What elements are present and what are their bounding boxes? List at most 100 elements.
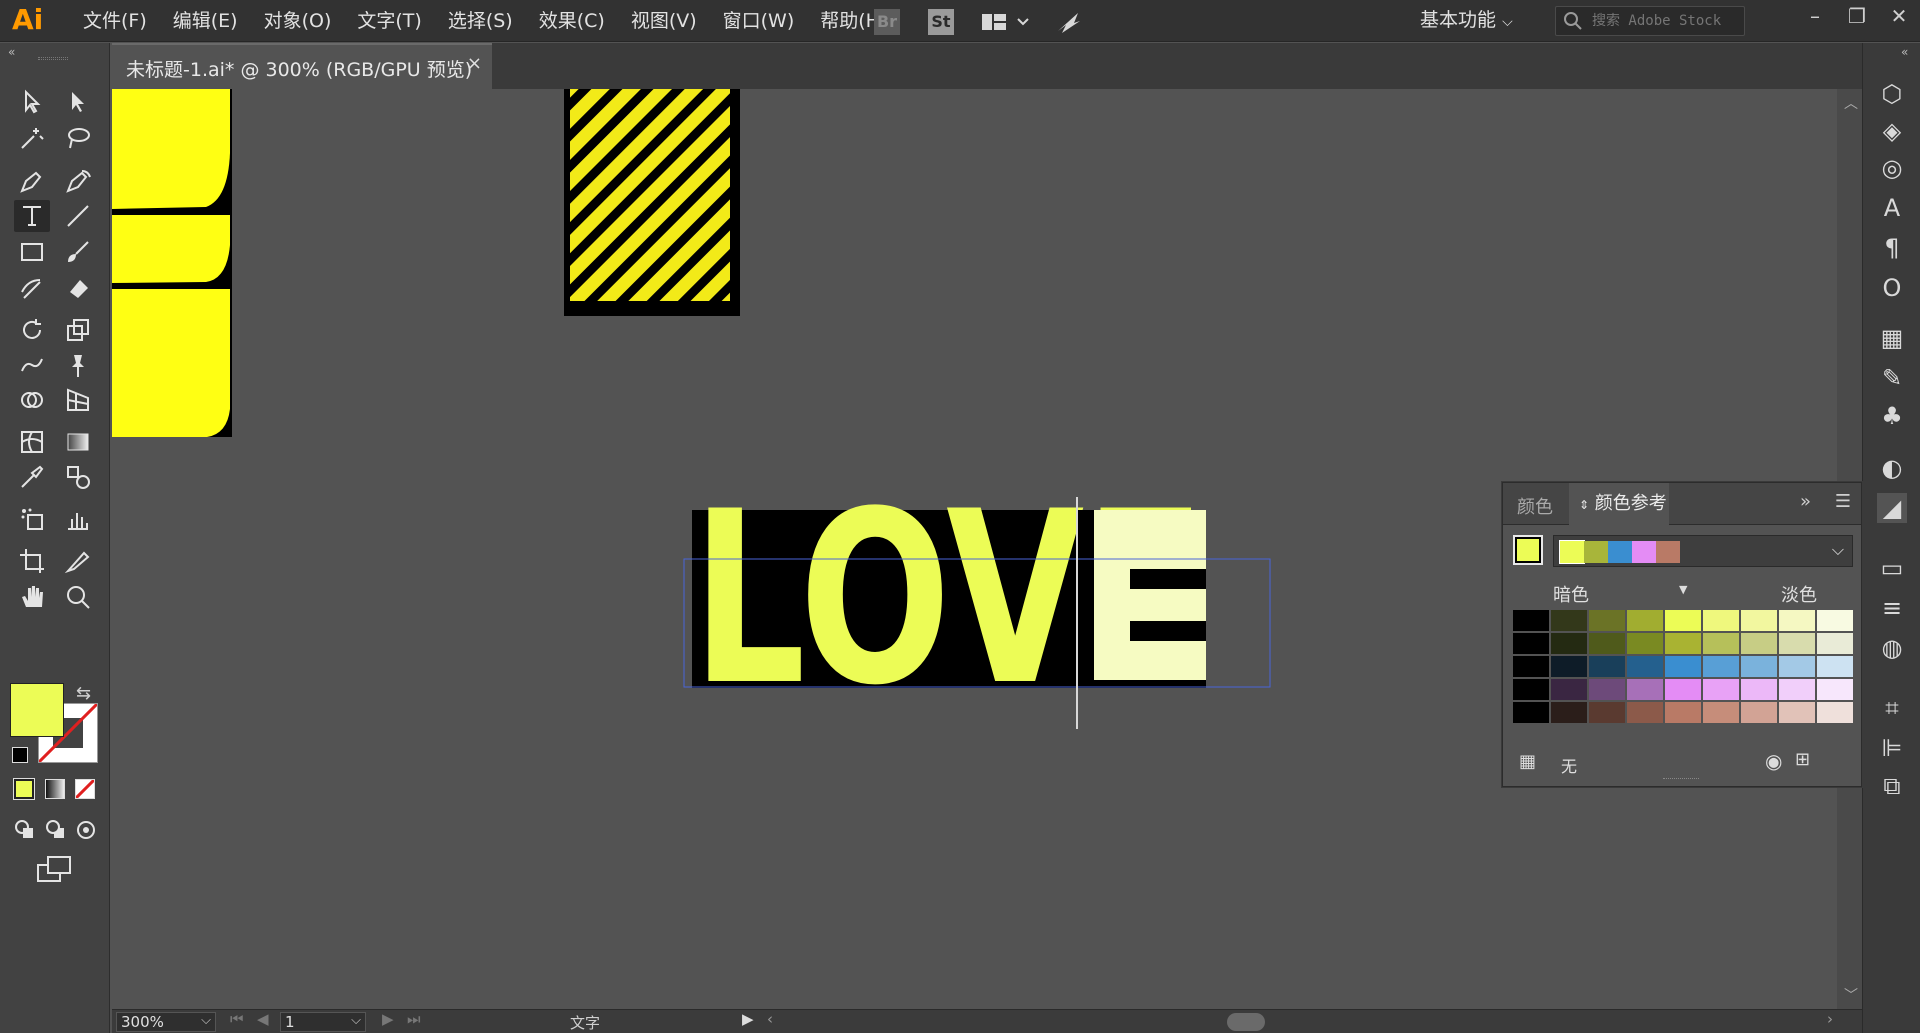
color-variation-swatch[interactable] <box>1741 610 1777 631</box>
color-variation-swatch[interactable] <box>1779 656 1815 677</box>
harmony-swatch[interactable] <box>1608 541 1632 563</box>
puppet-warp-tool[interactable] <box>60 349 96 381</box>
warp-tool[interactable] <box>14 349 50 381</box>
transform-icon[interactable]: ⌗ <box>1877 693 1907 723</box>
brushes-icon[interactable]: ✎ <box>1877 363 1907 393</box>
color-variation-swatch[interactable] <box>1817 679 1853 700</box>
bridge-button[interactable]: Br <box>874 9 900 35</box>
edit-colors-icon[interactable]: ◉ <box>1765 749 1782 773</box>
color-variation-swatch[interactable] <box>1551 633 1587 654</box>
magic-wand-tool[interactable] <box>14 122 50 154</box>
swap-fill-stroke-icon[interactable]: ⇆ <box>76 683 91 704</box>
color-variation-swatch[interactable] <box>1779 633 1815 654</box>
line-tool[interactable] <box>60 200 96 232</box>
gradient-mode-button[interactable] <box>45 779 65 799</box>
last-page-icon[interactable]: ⏭ <box>407 1010 421 1028</box>
curvature-tool[interactable] <box>60 165 96 197</box>
color-variation-swatch[interactable] <box>1665 702 1701 723</box>
swatches-icon[interactable]: ▦ <box>1877 323 1907 353</box>
draw-normal-button[interactable] <box>14 819 36 841</box>
color-variation-swatch[interactable] <box>1741 702 1777 723</box>
color-variation-swatch[interactable] <box>1741 679 1777 700</box>
draw-behind-button[interactable] <box>45 819 67 841</box>
properties-icon[interactable]: ⬡ <box>1877 79 1907 109</box>
rectangle-tool[interactable] <box>14 236 50 268</box>
eyedropper-tool[interactable] <box>14 461 50 493</box>
color-variation-swatch[interactable] <box>1513 633 1549 654</box>
stroke-panel-icon[interactable]: ≡ <box>1877 593 1907 623</box>
color-variation-swatch[interactable] <box>1589 679 1625 700</box>
save-to-swatches-icon[interactable]: ⊞ <box>1795 749 1810 770</box>
color-variation-swatch[interactable] <box>1817 633 1853 654</box>
color-variation-swatch[interactable] <box>1665 610 1701 631</box>
variation-options-icon[interactable]: ▼ <box>1679 583 1687 596</box>
minimize-icon[interactable]: – <box>1794 0 1836 42</box>
color-variation-swatch[interactable] <box>1703 656 1739 677</box>
menu-file[interactable]: 文件(F) <box>70 0 160 42</box>
prev-page-icon[interactable]: ◀ <box>257 1010 269 1028</box>
harmony-swatch[interactable] <box>1632 541 1656 563</box>
zoom-tool[interactable] <box>60 581 96 613</box>
symbol-sprayer-tool[interactable] <box>14 503 50 535</box>
scroll-down-icon[interactable]: ﹀ <box>1844 985 1858 1005</box>
perspective-grid-tool[interactable] <box>60 384 96 416</box>
stock-search[interactable] <box>1555 6 1745 36</box>
color-variation-swatch[interactable] <box>1703 633 1739 654</box>
menu-select[interactable]: 选择(S) <box>435 0 526 42</box>
scale-tool[interactable] <box>60 314 96 346</box>
gradient-panel-icon[interactable]: ▭ <box>1877 553 1907 583</box>
column-graph-tool[interactable] <box>60 503 96 535</box>
search-input[interactable] <box>1592 7 1742 35</box>
status-menu-icon[interactable]: ▶ <box>742 1010 754 1028</box>
arrange-documents-button[interactable] <box>980 9 1036 35</box>
color-variation-swatch[interactable] <box>1703 679 1739 700</box>
fill-swatch[interactable] <box>10 683 64 737</box>
color-variation-swatch[interactable] <box>1703 702 1739 723</box>
harmony-swatch[interactable] <box>1584 541 1608 563</box>
libraries-icon[interactable]: ◎ <box>1877 153 1907 183</box>
character-icon[interactable]: A <box>1877 193 1907 223</box>
collapse-panel-icon[interactable]: « <box>8 45 15 59</box>
mesh-tool[interactable] <box>14 426 50 458</box>
blend-tool[interactable] <box>60 461 96 493</box>
gradient-tool[interactable] <box>60 426 96 458</box>
draw-inside-button[interactable] <box>75 819 97 841</box>
color-variation-swatch[interactable] <box>1627 679 1663 700</box>
color-variation-swatch[interactable] <box>1513 679 1549 700</box>
shape-builder-tool[interactable] <box>14 384 50 416</box>
horizontal-scroll-thumb[interactable] <box>1227 1013 1265 1031</box>
type-tool[interactable] <box>14 200 50 232</box>
color-variation-swatch[interactable] <box>1741 656 1777 677</box>
symbols-icon[interactable]: ♣ <box>1877 401 1907 431</box>
color-variation-swatch[interactable] <box>1627 610 1663 631</box>
screen-mode-button[interactable] <box>36 855 72 885</box>
expand-panels-icon[interactable]: « <box>1901 45 1908 59</box>
color-variation-swatch[interactable] <box>1779 610 1815 631</box>
shaper-tool[interactable] <box>14 272 50 304</box>
base-color-swatch[interactable] <box>1513 535 1543 565</box>
restore-icon[interactable]: ❐ <box>1836 0 1878 42</box>
color-variation-swatch[interactable] <box>1665 656 1701 677</box>
pathfinder-icon[interactable]: ⧉ <box>1877 771 1907 801</box>
swatch-group-icon[interactable]: ▦ <box>1519 751 1536 772</box>
color-mode-button[interactable] <box>13 778 35 800</box>
color-variation-swatch[interactable] <box>1627 656 1663 677</box>
color-variation-swatch[interactable] <box>1817 656 1853 677</box>
scroll-left-icon[interactable]: ‹ <box>767 1010 773 1028</box>
color-guide-icon[interactable]: ◢ <box>1877 493 1907 523</box>
tab-color-guide[interactable]: ⇕ 颜色参考 <box>1569 483 1669 525</box>
menu-type[interactable]: 文字(T) <box>344 0 434 42</box>
color-variation-swatch[interactable] <box>1551 679 1587 700</box>
collapse-panel-icon[interactable]: » <box>1800 491 1811 512</box>
layers-icon[interactable]: ◈ <box>1877 116 1907 146</box>
color-variation-swatch[interactable] <box>1589 702 1625 723</box>
menu-window[interactable]: 窗口(W) <box>710 0 808 42</box>
color-variation-swatch[interactable] <box>1551 702 1587 723</box>
color-variation-swatch[interactable] <box>1703 610 1739 631</box>
stock-button[interactable]: St <box>928 9 954 35</box>
harmony-swatch[interactable] <box>1559 540 1585 564</box>
first-page-icon[interactable]: ⏮ <box>230 1010 244 1028</box>
gpu-performance-button[interactable] <box>1054 9 1084 35</box>
color-variation-swatch[interactable] <box>1513 610 1549 631</box>
menu-edit[interactable]: 编辑(E) <box>160 0 251 42</box>
